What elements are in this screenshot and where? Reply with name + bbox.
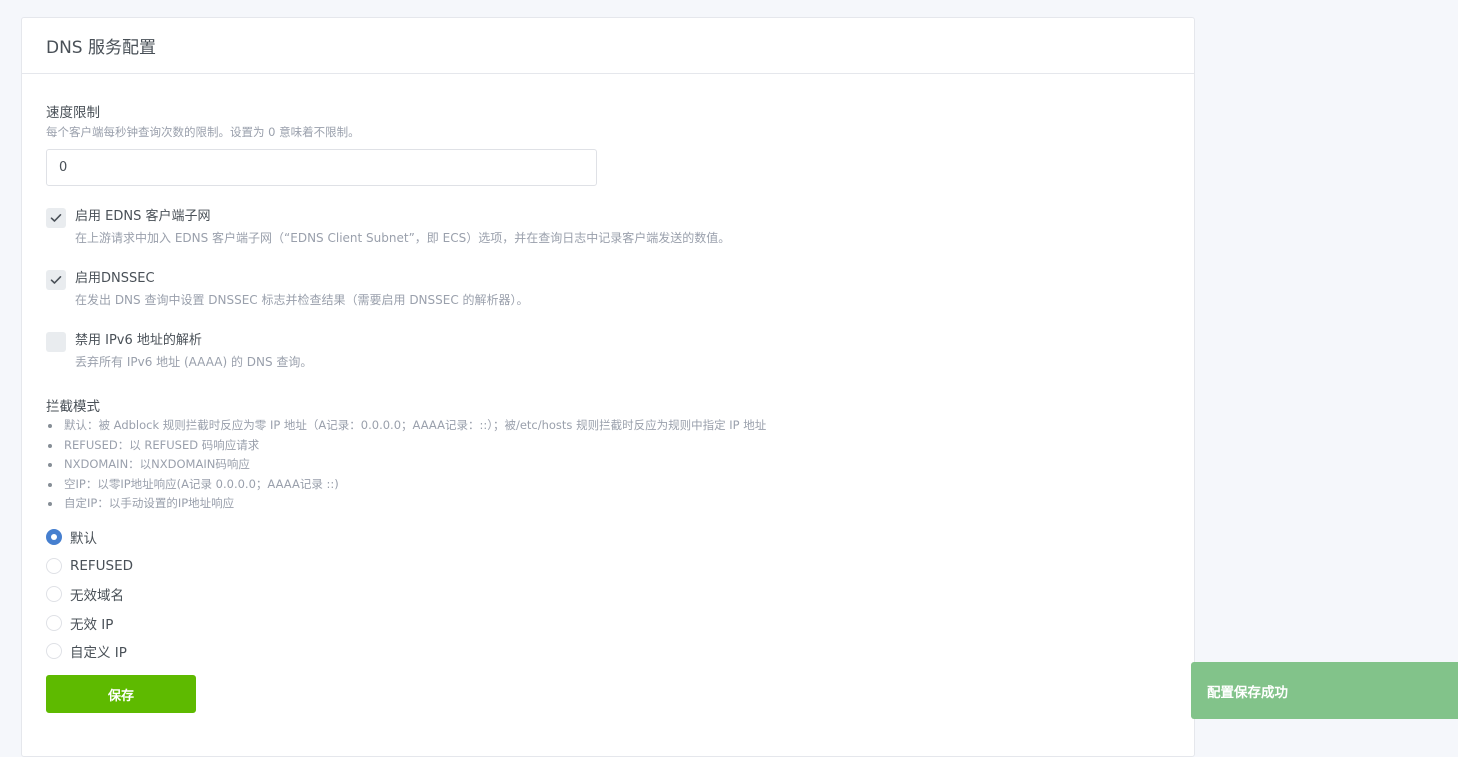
radio-custom-ip[interactable] [46,643,62,660]
save-button[interactable]: 保存 [46,675,196,713]
card-title: DNS 服务配置 [46,38,157,58]
blocking-mode-descriptions: 默认：被 Adblock 规则拦截时反应为零 IP 地址（A记录：0.0.0.0… [46,416,766,514]
card-header: DNS 服务配置 [22,18,1194,74]
radio-label-custom-ip: 自定义 IP [70,645,127,662]
blocking-mode-title: 拦截模式 [46,399,100,415]
dnssec-label: 启用DNSSEC [75,271,155,286]
radio-option-default[interactable]: 默认 [46,523,133,552]
success-toast[interactable]: 配置保存成功 [1191,662,1458,719]
blocking-mode-bullet: REFUSED：以 REFUSED 码响应请求 [46,436,766,456]
blocking-mode-radio-group: 默认 REFUSED 无效域名 无效 IP 自定义 IP [46,523,133,666]
edns-option[interactable]: 启用 EDNS 客户端子网 在上游请求中加入 EDNS 客户端子网（“EDNS … [46,208,730,247]
toast-message: 配置保存成功 [1207,684,1288,701]
checkmark-icon [50,214,62,222]
edns-label: 启用 EDNS 客户端子网 [75,209,211,224]
rate-limit-description: 每个客户端每秒钟查询次数的限制。设置为 0 意味着不限制。 [46,125,360,139]
radio-option-nxdomain[interactable]: 无效域名 [46,580,133,609]
rate-limit-input[interactable] [46,149,597,186]
dnssec-description: 在发出 DNS 查询中设置 DNSSEC 标志并检查结果（需要启用 DNSSEC… [75,293,529,307]
disable-ipv6-option[interactable]: 禁用 IPv6 地址的解析 丢弃所有 IPv6 地址 (AAAA) 的 DNS … [46,332,312,371]
edns-description: 在上游请求中加入 EDNS 客户端子网（“EDNS Client Subnet”… [75,231,731,245]
radio-option-refused[interactable]: REFUSED [46,552,133,581]
radio-option-null-ip[interactable]: 无效 IP [46,609,133,638]
blocking-mode-bullet: 空IP：以零IP地址响应(A记录 0.0.0.0；AAAA记录 ::) [46,475,766,495]
dnssec-option[interactable]: 启用DNSSEC 在发出 DNS 查询中设置 DNSSEC 标志并检查结果（需要… [46,270,529,309]
radio-option-custom-ip[interactable]: 自定义 IP [46,637,133,666]
checkmark-icon [50,276,62,284]
disable-ipv6-checkbox[interactable] [46,332,66,352]
radio-label-null-ip: 无效 IP [70,616,114,633]
edns-checkbox[interactable] [46,208,66,228]
radio-label-refused: REFUSED [70,557,134,574]
dnssec-checkbox[interactable] [46,270,66,290]
dns-settings-card: DNS 服务配置 速度限制 每个客户端每秒钟查询次数的限制。设置为 0 意味着不… [21,17,1195,757]
radio-label-default: 默认 [70,531,97,548]
disable-ipv6-label: 禁用 IPv6 地址的解析 [75,333,202,348]
radio-refused[interactable] [46,557,62,574]
rate-limit-title: 速度限制 [46,105,100,121]
radio-null-ip[interactable] [46,614,62,631]
radio-label-nxdomain: 无效域名 [70,588,124,605]
blocking-mode-bullet: 自定IP：以手动设置的IP地址响应 [46,494,766,514]
radio-nxdomain[interactable] [46,586,62,603]
disable-ipv6-description: 丢弃所有 IPv6 地址 (AAAA) 的 DNS 查询。 [75,355,313,369]
blocking-mode-bullet: 默认：被 Adblock 规则拦截时反应为零 IP 地址（A记录：0.0.0.0… [46,416,766,436]
blocking-mode-bullet: NXDOMAIN：以NXDOMAIN码响应 [46,455,766,475]
radio-default[interactable] [46,529,62,546]
